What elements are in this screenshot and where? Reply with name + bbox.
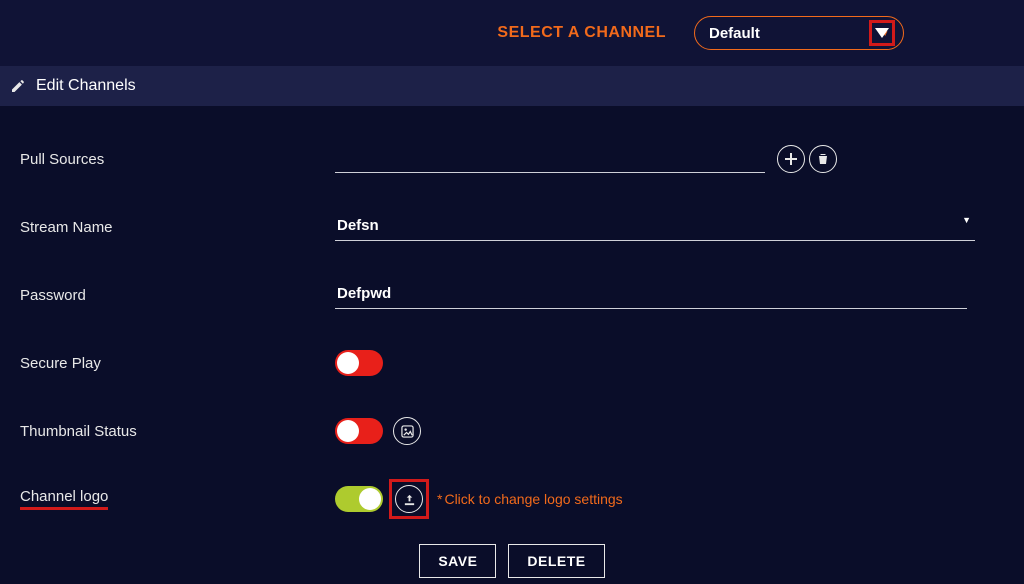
upload-icon xyxy=(403,493,416,506)
row-channel-logo: Channel logo *Click to change logo setti… xyxy=(20,476,1004,522)
password-input[interactable] xyxy=(335,281,967,309)
caret-down-icon xyxy=(875,28,889,38)
row-pull-sources: Pull Sources xyxy=(20,136,1004,182)
save-button[interactable]: SAVE xyxy=(419,544,496,578)
section-title-bar: Edit Channels xyxy=(0,66,1024,106)
row-password: Password xyxy=(20,272,1004,318)
thumbnail-preview-button[interactable] xyxy=(393,417,421,445)
add-source-button[interactable] xyxy=(777,145,805,173)
logo-upload-highlight xyxy=(389,479,429,519)
pull-sources-input[interactable] xyxy=(335,145,765,173)
label-secure-play: Secure Play xyxy=(20,355,335,372)
select-channel-label: SELECT A CHANNEL xyxy=(497,24,666,42)
channel-logo-toggle[interactable] xyxy=(335,486,383,512)
stream-name-select[interactable] xyxy=(335,213,975,241)
channel-select[interactable]: Default ▼ xyxy=(694,16,904,50)
edit-icon xyxy=(10,78,26,94)
top-bar: SELECT A CHANNEL Default ▼ xyxy=(0,0,1024,66)
label-pull-sources: Pull Sources xyxy=(20,151,335,168)
upload-logo-button[interactable] xyxy=(395,485,423,513)
image-icon xyxy=(401,425,414,438)
label-channel-logo: Channel logo xyxy=(20,488,108,510)
logo-hint: *Click to change logo settings xyxy=(437,491,623,507)
delete-button[interactable]: DELETE xyxy=(508,544,604,578)
label-stream-name: Stream Name xyxy=(20,219,335,236)
row-secure-play: Secure Play xyxy=(20,340,1004,386)
thumbnail-status-toggle[interactable] xyxy=(335,418,383,444)
secure-play-toggle[interactable] xyxy=(335,350,383,376)
caret-down-icon: ▼ xyxy=(962,215,971,225)
trash-icon xyxy=(817,153,829,165)
channel-select-value: Default xyxy=(709,25,875,42)
channel-select-caret-highlight[interactable] xyxy=(869,20,895,46)
edit-channel-form: Pull Sources Stream Name ▼ Password S xyxy=(0,106,1024,578)
row-thumbnail-status: Thumbnail Status xyxy=(20,408,1004,454)
delete-source-button[interactable] xyxy=(809,145,837,173)
section-title: Edit Channels xyxy=(36,77,136,95)
form-actions: SAVE DELETE xyxy=(20,544,1004,578)
add-icon xyxy=(785,153,797,165)
label-thumbnail-status: Thumbnail Status xyxy=(20,423,335,440)
row-stream-name: Stream Name ▼ xyxy=(20,204,1004,250)
label-password: Password xyxy=(20,287,335,304)
